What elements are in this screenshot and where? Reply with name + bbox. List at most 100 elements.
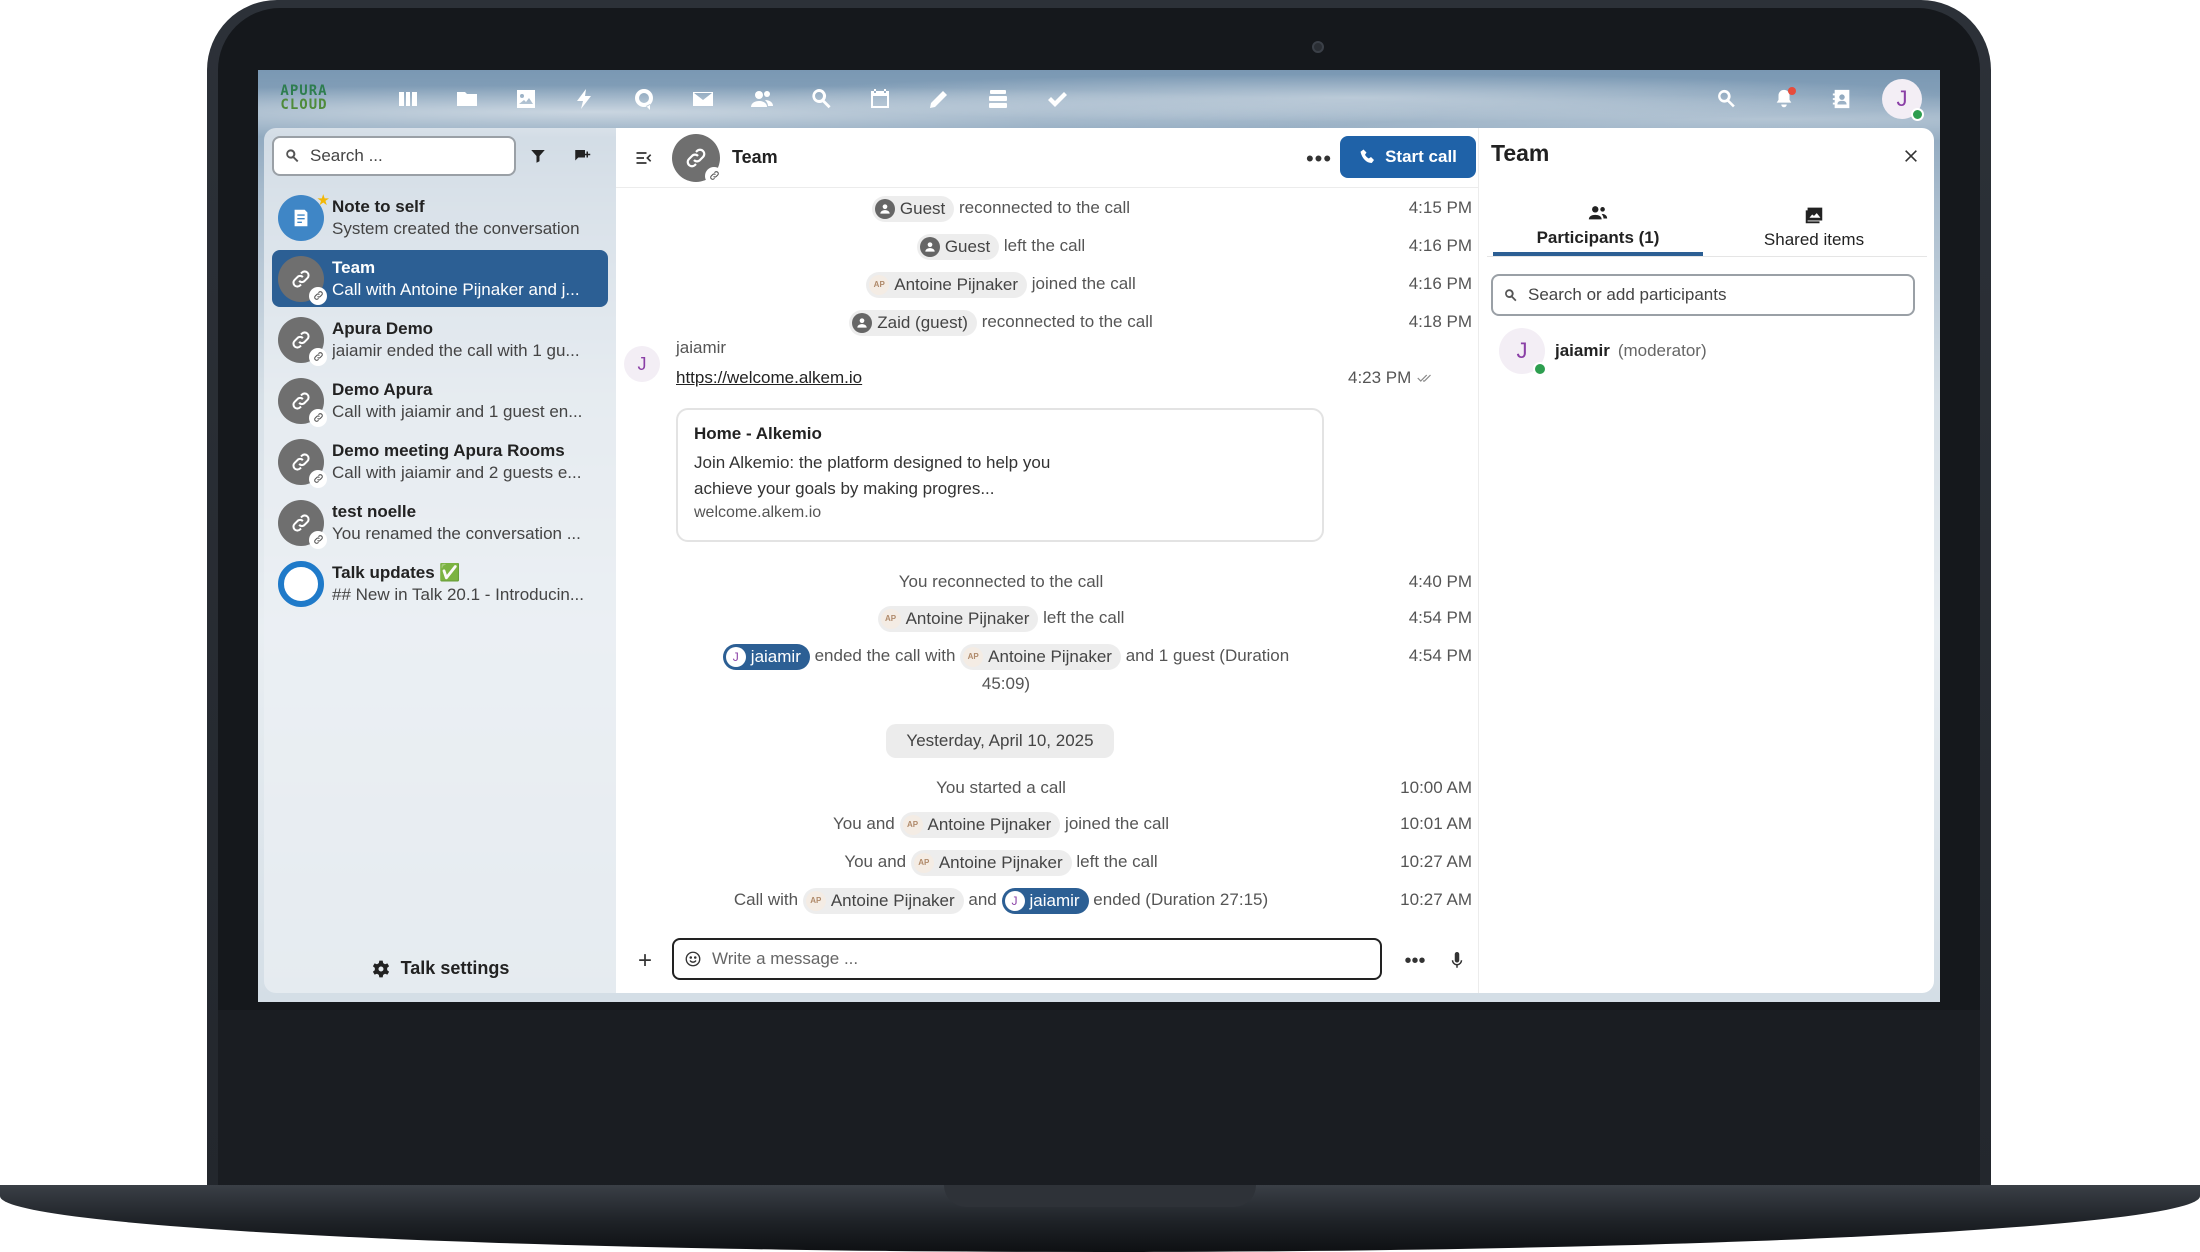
user-chip[interactable]: AP Antoine Pijnaker: [866, 271, 1028, 298]
message-time-row: 4:23 PM: [1348, 368, 1435, 388]
link-preview-description: Join Alkemio: the platform designed to h…: [694, 453, 1051, 498]
user-avatar[interactable]: J: [1882, 79, 1924, 121]
message-composer: + •••: [616, 938, 1478, 986]
filter-button[interactable]: [516, 136, 560, 176]
top-right-icons: J: [1708, 70, 1924, 128]
notes-icon[interactable]: [909, 70, 968, 128]
tab-participants[interactable]: Participants (1): [1493, 198, 1703, 256]
activity-icon[interactable]: [555, 70, 614, 128]
conversation-item-active[interactable]: Team Call with Antoine Pijnaker and j...: [272, 250, 608, 307]
link-icon: [278, 377, 327, 427]
filter-icon: [531, 150, 545, 163]
microphone-icon[interactable]: [1440, 944, 1474, 978]
conversation-item[interactable]: Demo Apura Call with jaiamir and 1 guest…: [272, 372, 608, 429]
calendar-icon[interactable]: [850, 70, 909, 128]
date-separator-text: Yesterday, April 10, 2025: [906, 731, 1094, 750]
message-time: 4:54 PM: [1408, 646, 1472, 665]
user-icon: [874, 198, 895, 219]
search-icon: [1505, 288, 1517, 301]
self-user-chip[interactable]: Jjaiamir: [1001, 887, 1089, 914]
mail-icon[interactable]: [673, 70, 732, 128]
emoji-icon[interactable]: [684, 950, 702, 968]
message-author-avatar[interactable]: J: [624, 346, 660, 382]
participant-item[interactable]: J jaiamir (moderator): [1499, 326, 1707, 376]
photos-icon[interactable]: [496, 70, 555, 128]
system-message-text: You started a call: [936, 778, 1066, 797]
avatar-initial: J: [637, 353, 647, 374]
dashboard-icon[interactable]: [378, 70, 437, 128]
user-chip[interactable]: AP Antoine Pijnaker: [802, 887, 964, 914]
system-message-text: joined the call: [1065, 814, 1170, 833]
guest-chip[interactable]: Guest: [916, 233, 1000, 260]
search-icon: [286, 149, 299, 163]
user-chip[interactable]: AP Antoine Pijnaker: [960, 643, 1121, 670]
conversation-name: Team: [332, 257, 376, 277]
close-panel-button[interactable]: [1893, 138, 1929, 174]
conversation-item[interactable]: Apura Demo jaiamir ended the call with 1…: [272, 311, 608, 368]
conversation-item[interactable]: test noelle You renamed the conversation…: [272, 494, 608, 551]
conversation-search-input[interactable]: Search ...: [272, 136, 516, 176]
message-input[interactable]: [712, 949, 1352, 969]
sidebar-search-row: Search ...: [272, 136, 608, 176]
tab-shared-items[interactable]: Shared items: [1709, 198, 1919, 256]
conversation-preview: Call with jaiamir and 1 guest en...: [332, 401, 583, 421]
system-message-prefix: You and: [844, 852, 907, 871]
search-placeholder: Search ...: [310, 146, 383, 165]
brand-logo[interactable]: APURA CLOUD: [280, 72, 328, 124]
talk-settings-button[interactable]: Talk settings: [264, 958, 616, 979]
self-user-chip[interactable]: Jjaiamir: [722, 643, 810, 670]
system-message: Call with AP Antoine Pijnaker and Jjaiami…: [616, 886, 1478, 916]
laptop-notch: [944, 1185, 1256, 1207]
conversation-preview: Call with jaiamir and 2 guests e...: [332, 462, 582, 482]
phone-icon: [1360, 149, 1375, 163]
message-link[interactable]: https://welcome.alkem.io: [676, 368, 862, 388]
search-app-icon[interactable]: [791, 70, 850, 128]
conversation-name: Note to self: [332, 196, 425, 216]
online-status-icon: [1911, 108, 1924, 121]
conversation-name: test noelle: [332, 501, 417, 521]
actor-name: jaiamir: [1029, 890, 1080, 910]
tasks-icon[interactable]: [1027, 70, 1086, 128]
notifications-icon[interactable]: [1766, 81, 1802, 117]
conversation-item[interactable]: Talk updates ✅ ## New in Talk 20.1 - Int…: [272, 555, 608, 612]
new-conversation-button[interactable]: [560, 136, 604, 176]
talk-settings-label: Talk settings: [400, 958, 510, 978]
files-icon[interactable]: [437, 70, 496, 128]
contacts-icon[interactable]: [732, 70, 791, 128]
user-chip[interactable]: AP Antoine Pijnaker: [899, 811, 1061, 838]
system-message: You reconnected to the call 4:40 PM: [616, 568, 1478, 598]
message-time: 10:27 AM: [1400, 852, 1472, 871]
system-message-text: left the call: [1003, 236, 1086, 255]
menu-collapse-icon: [636, 151, 652, 164]
user-chip[interactable]: AP Antoine Pijnaker: [877, 605, 1039, 632]
participant-search-input[interactable]: Search or add participants: [1491, 274, 1915, 316]
guest-chip[interactable]: Guest: [871, 195, 955, 222]
start-call-label: Start call: [1385, 147, 1457, 166]
conversation-item[interactable]: ★ Note to self System created the conver…: [272, 189, 608, 246]
user-avatar-icon: AP: [880, 608, 901, 629]
contacts-menu-icon[interactable]: [1824, 81, 1860, 117]
public-link-badge-icon: [309, 286, 327, 305]
system-message: AP Antoine Pijnaker left the call 4:54 PM: [616, 604, 1478, 634]
user-chip[interactable]: AP Antoine Pijnaker: [910, 849, 1072, 876]
conversation-title[interactable]: Team: [732, 147, 778, 168]
talk-icon[interactable]: [614, 70, 673, 128]
attach-plus-icon[interactable]: +: [628, 944, 662, 978]
participant-role: (moderator): [1617, 341, 1707, 360]
unified-search-icon[interactable]: [1708, 81, 1744, 117]
guest-chip[interactable]: Zaid (guest): [849, 309, 977, 336]
message-input-box[interactable]: [672, 938, 1382, 980]
toggle-sidebar-button[interactable]: [616, 148, 672, 168]
system-message: Jjaiamir ended the call with AP Antoine P…: [616, 642, 1478, 702]
actor-name: jaiamir: [750, 646, 801, 666]
message-time: 4:40 PM: [1408, 572, 1472, 591]
more-options-icon[interactable]: •••: [1302, 142, 1336, 176]
link-preview-card[interactable]: Home - Alkemio Join Alkemio: the platfor…: [676, 408, 1324, 542]
star-icon: ★: [316, 191, 330, 209]
composer-more-icon[interactable]: •••: [1398, 944, 1432, 978]
conversation-item[interactable]: Demo meeting Apura Rooms Call with jaiam…: [272, 433, 608, 490]
message-author: jaiamir: [676, 338, 727, 357]
start-call-button[interactable]: Start call: [1340, 136, 1476, 178]
deck-icon[interactable]: [968, 70, 1027, 128]
message-time: 4:16 PM: [1408, 274, 1472, 293]
